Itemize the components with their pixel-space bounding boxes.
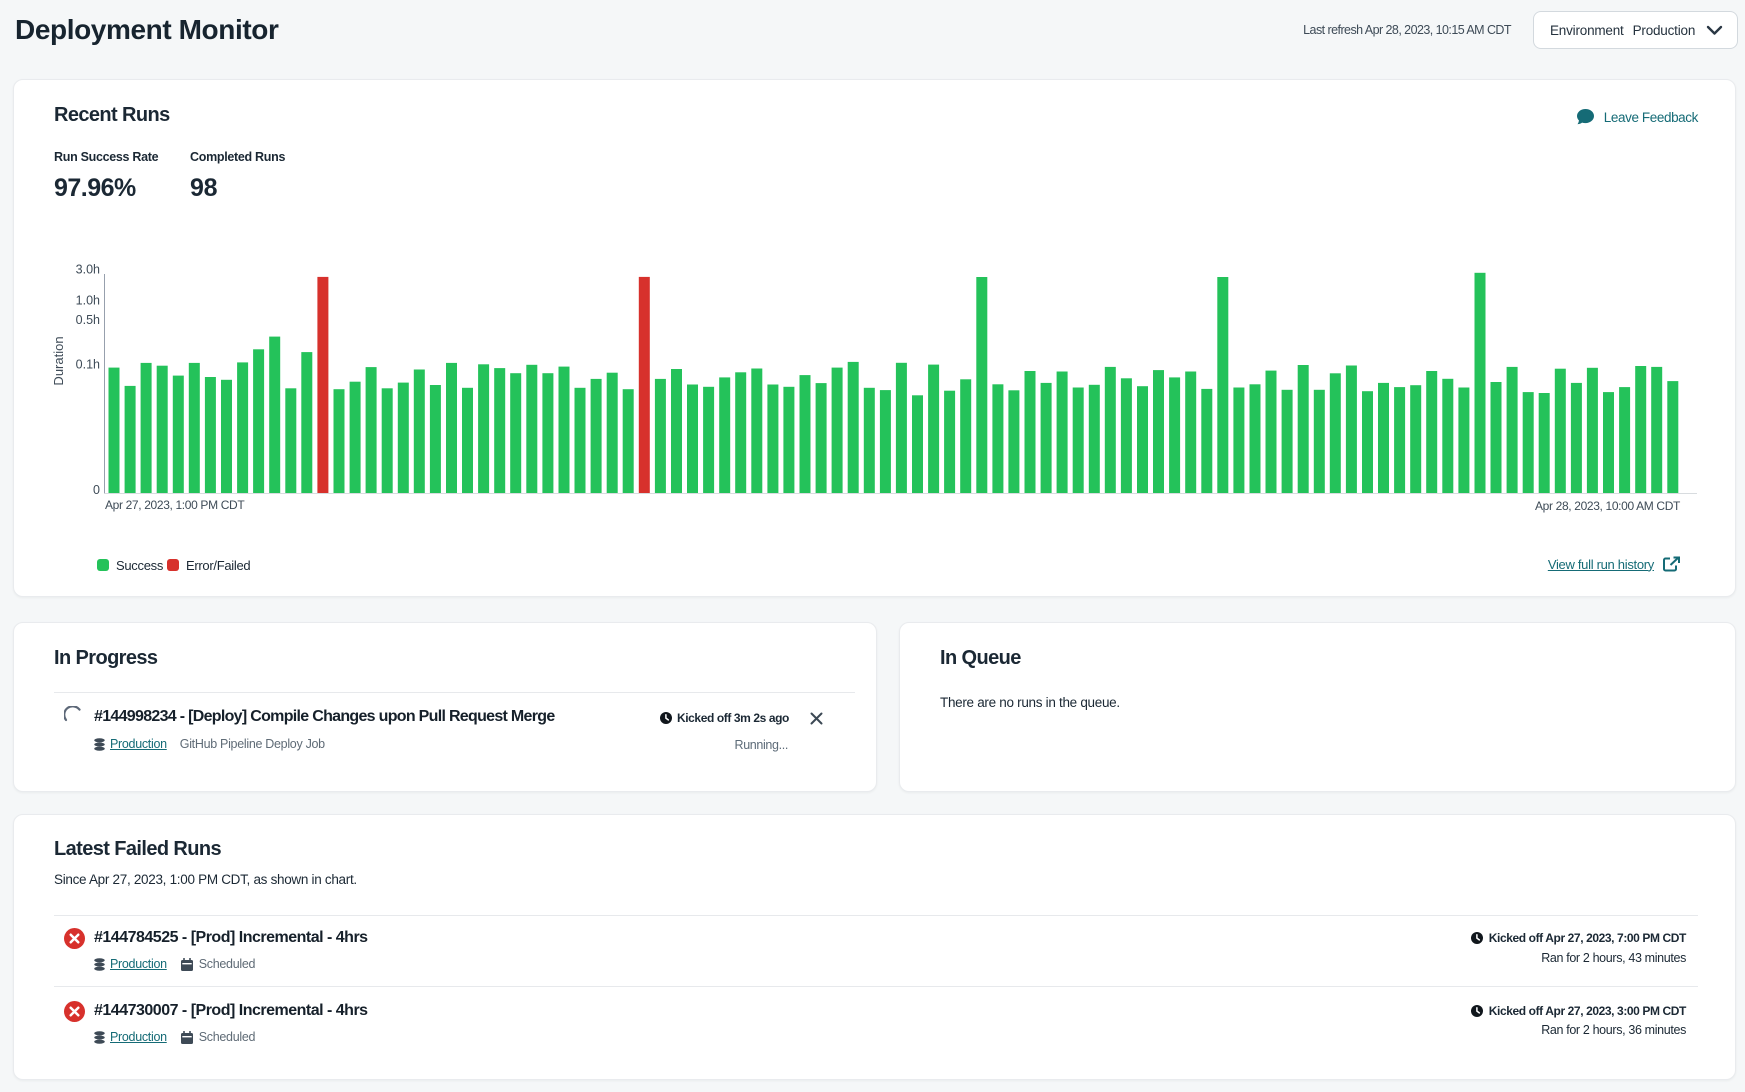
svg-text:0.5h: 0.5h	[76, 313, 100, 327]
svg-text:0.1h: 0.1h	[76, 358, 100, 372]
svg-text:1.0h: 1.0h	[76, 294, 100, 308]
svg-text:Duration: Duration	[51, 336, 66, 385]
svg-text:Apr 28, 2023, 10:00 AM CDT: Apr 28, 2023, 10:00 AM CDT	[1535, 499, 1681, 513]
svg-text:0: 0	[93, 483, 100, 497]
svg-text:3.0h: 3.0h	[76, 263, 100, 277]
svg-text:Apr 27, 2023, 1:00 PM CDT: Apr 27, 2023, 1:00 PM CDT	[105, 498, 245, 512]
